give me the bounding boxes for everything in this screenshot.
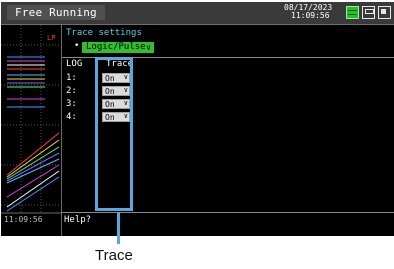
waveform-pane: LP 11:09:56 bbox=[1, 25, 62, 236]
pc-connection-icon bbox=[378, 6, 391, 19]
lowpass-filter-label: LP bbox=[47, 34, 56, 42]
chevron-down-icon: ∨ bbox=[123, 112, 128, 120]
trace-line bbox=[6, 176, 60, 212]
log-row-label: 4: bbox=[66, 112, 77, 122]
callout-label: Trace bbox=[95, 247, 133, 264]
logic-pulse-dropdown-value: Logic/Pulse bbox=[86, 42, 146, 52]
log-row-label: 2: bbox=[66, 86, 77, 96]
help-prompt[interactable]: Help? bbox=[64, 215, 91, 225]
trace-select-3[interactable]: On ∨ bbox=[102, 99, 130, 109]
logger-screen: Free Running 08/17/2023 11:09:56 LP 11:0… bbox=[1, 2, 394, 236]
logic-pulse-dropdown[interactable]: Logic/Pulse ∨ bbox=[82, 42, 154, 53]
trace-select-2[interactable]: On ∨ bbox=[102, 86, 130, 96]
status-icons bbox=[346, 6, 394, 20]
memory-card-icon bbox=[362, 6, 375, 19]
trace-select-value: On bbox=[105, 113, 115, 122]
help-divider bbox=[62, 212, 394, 213]
column-header-log: LOG bbox=[66, 59, 83, 69]
trace-select-1[interactable]: On ∨ bbox=[102, 73, 130, 83]
title-bar: Free Running 08/17/2023 11:09:56 bbox=[1, 2, 394, 25]
section-title: Trace settings bbox=[66, 28, 142, 38]
trace-select-value: On bbox=[105, 87, 115, 96]
time-readout: 11:09:56 bbox=[291, 11, 330, 20]
trace-select-value: On bbox=[105, 74, 115, 83]
callout-line bbox=[117, 212, 120, 244]
mode-label: Free Running bbox=[7, 5, 105, 20]
waveform-time-label: 11:09:56 bbox=[4, 215, 43, 224]
trace-line bbox=[6, 164, 60, 198]
log-row-label: 1: bbox=[66, 73, 77, 83]
battery-icon bbox=[346, 6, 359, 19]
waveform-plot bbox=[1, 25, 61, 214]
chevron-down-icon: ∨ bbox=[146, 43, 151, 52]
column-header-trace: Trace bbox=[106, 59, 134, 69]
trace-settings-pane: Trace settings • Logic/Pulse ∨ LOG Trace… bbox=[62, 25, 394, 236]
trace-select-4[interactable]: On ∨ bbox=[102, 112, 130, 122]
table-divider bbox=[62, 57, 394, 58]
waveform-grid bbox=[1, 25, 61, 213]
chevron-down-icon: ∨ bbox=[123, 73, 128, 81]
trace-line bbox=[6, 132, 60, 176]
chevron-down-icon: ∨ bbox=[123, 86, 128, 94]
trace-select-value: On bbox=[105, 100, 115, 109]
waveform-traces bbox=[6, 56, 60, 212]
log-row-label: 3: bbox=[66, 99, 77, 109]
chevron-down-icon: ∨ bbox=[123, 99, 128, 107]
bullet-marker: • bbox=[74, 41, 80, 51]
